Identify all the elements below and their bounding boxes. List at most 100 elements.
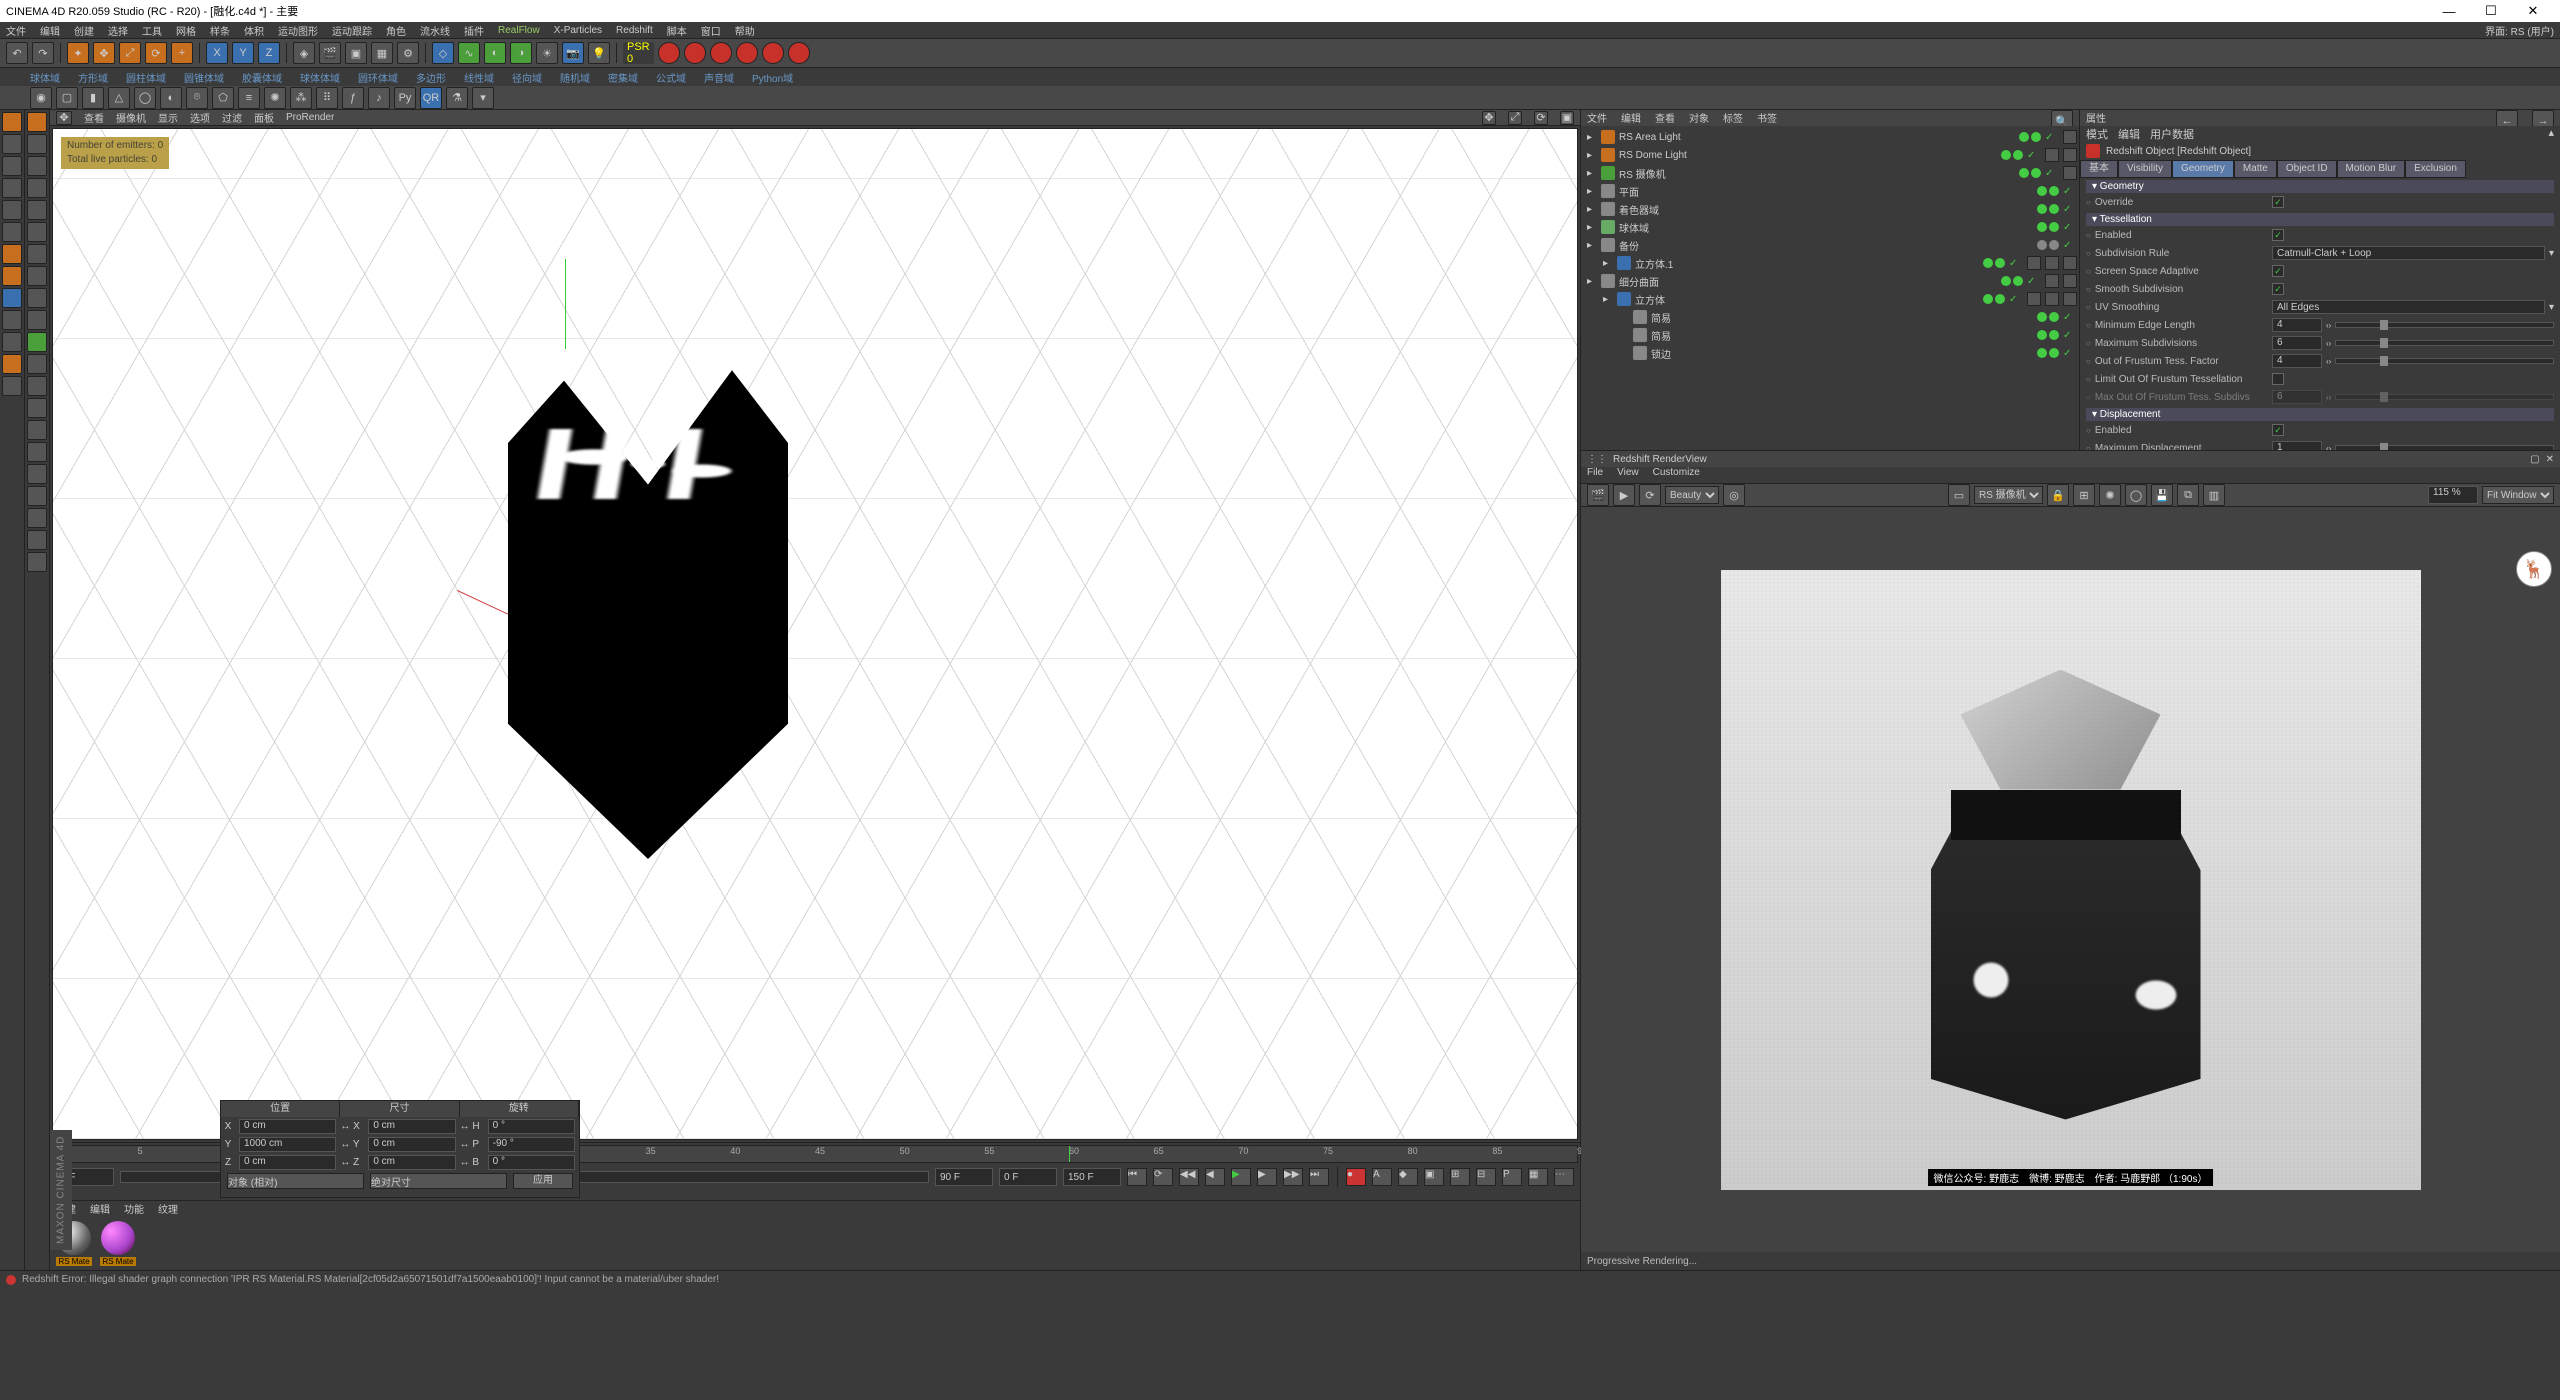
- coord-mode-select[interactable]: 对象 (相对): [227, 1173, 364, 1189]
- tree-row[interactable]: ▸RS Dome Light✓: [1583, 146, 2077, 164]
- enable-check[interactable]: ✓: [2063, 240, 2077, 251]
- perspective-viewport[interactable]: Number of emitters: 0 Total live particl…: [52, 128, 1578, 1140]
- visibility-dot[interactable]: [2019, 168, 2029, 178]
- layout-label[interactable]: 界面: RS (用户): [2485, 23, 2554, 38]
- rec-auto[interactable]: [788, 42, 810, 64]
- tree-row[interactable]: ▸备份✓: [1583, 236, 2077, 254]
- visibility-dot[interactable]: [2013, 276, 2023, 286]
- tl-prev-key[interactable]: ◀◀: [1179, 1168, 1199, 1186]
- rv-save-icon[interactable]: 💾: [2151, 484, 2173, 506]
- rotate-tool[interactable]: ⟳: [145, 42, 167, 64]
- menu-item[interactable]: 编辑: [40, 23, 60, 38]
- tl-keysel[interactable]: ◆: [1398, 1168, 1418, 1186]
- coord-size-field[interactable]: 0 cm: [368, 1137, 455, 1152]
- object-tag[interactable]: [2045, 256, 2059, 270]
- enable-check[interactable]: ✓: [2063, 186, 2077, 197]
- palette-icon[interactable]: ◯: [134, 87, 156, 109]
- attr-group-header[interactable]: ▾ Displacement: [2086, 408, 2554, 421]
- visibility-dot[interactable]: [2037, 222, 2047, 232]
- rec-pla[interactable]: [762, 42, 784, 64]
- object-tag[interactable]: [2063, 274, 2077, 288]
- cmd-btn[interactable]: [27, 420, 47, 440]
- attr-select[interactable]: Catmull-Clark + Loop: [2272, 246, 2545, 260]
- attr-menu[interactable]: 编辑: [2118, 126, 2140, 142]
- tl-opt3[interactable]: ⊟: [1476, 1168, 1496, 1186]
- vp-menu[interactable]: 摄像机: [116, 110, 146, 125]
- visibility-dot[interactable]: [1995, 258, 2005, 268]
- attr-tab[interactable]: 基本: [2080, 160, 2118, 178]
- visibility-dot[interactable]: [2037, 348, 2047, 358]
- tree-row[interactable]: ▸RS Area Light✓: [1583, 128, 2077, 146]
- om-menu[interactable]: 查看: [1655, 110, 1675, 126]
- tl-range-start[interactable]: 0 F: [999, 1168, 1057, 1186]
- prim-deformer[interactable]: ◑: [510, 42, 532, 64]
- om-menu[interactable]: 标签: [1723, 110, 1743, 126]
- attr-number-field[interactable]: 6: [2272, 390, 2322, 404]
- cmd-btn[interactable]: [27, 442, 47, 462]
- tree-row[interactable]: ▸立方体.1✓: [1583, 254, 2077, 272]
- palette-label[interactable]: 方形域: [78, 70, 108, 85]
- visibility-dot[interactable]: [2019, 132, 2029, 142]
- object-tag[interactable]: [2063, 148, 2077, 162]
- object-tag[interactable]: [2027, 256, 2041, 270]
- coord-system[interactable]: ◈: [293, 42, 315, 64]
- cmd-btn[interactable]: [27, 552, 47, 572]
- enable-check[interactable]: ✓: [2027, 150, 2041, 161]
- object-tree[interactable]: ▸RS Area Light✓▸RS Dome Light✓▸RS 摄像机✓▸平…: [1581, 126, 2079, 450]
- coord-rot-field[interactable]: -90 °: [488, 1137, 575, 1152]
- menu-item[interactable]: 工具: [142, 23, 162, 38]
- rv-region-icon[interactable]: ▭: [1948, 484, 1970, 506]
- tl-autokey[interactable]: A: [1372, 1168, 1392, 1186]
- visibility-dot[interactable]: [2031, 132, 2041, 142]
- palette-icon[interactable]: ▮: [82, 87, 104, 109]
- attr-slider[interactable]: [2335, 394, 2554, 400]
- select-tool[interactable]: ✦: [67, 42, 89, 64]
- cmd-btn[interactable]: [27, 200, 47, 220]
- rv-menu[interactable]: Customize: [1653, 467, 1700, 483]
- mat-menu[interactable]: 纹理: [158, 1201, 178, 1217]
- attr-select[interactable]: All Edges: [2272, 300, 2545, 314]
- visibility-dot[interactable]: [2037, 312, 2047, 322]
- axis-z-toggle[interactable]: Z: [258, 42, 280, 64]
- palette-icon[interactable]: QR: [420, 87, 442, 109]
- tl-opt2[interactable]: ⊞: [1450, 1168, 1470, 1186]
- rv-compare-icon[interactable]: ▥: [2203, 484, 2225, 506]
- object-tag[interactable]: [2045, 292, 2059, 306]
- tl-record[interactable]: ●: [1346, 1168, 1366, 1186]
- attr-tab[interactable]: Motion Blur: [2337, 160, 2406, 178]
- cmd-btn[interactable]: [27, 508, 47, 528]
- visibility-dot[interactable]: [2037, 204, 2047, 214]
- om-menu[interactable]: 书签: [1757, 110, 1777, 126]
- coord-pos-field[interactable]: 0 cm: [239, 1119, 336, 1134]
- prim-generator[interactable]: ◐: [484, 42, 506, 64]
- enable-check[interactable]: ✓: [2063, 222, 2077, 233]
- visibility-dot[interactable]: [1995, 294, 2005, 304]
- enable-check[interactable]: ✓: [2063, 312, 2077, 323]
- rec-scale[interactable]: [684, 42, 706, 64]
- object-tag[interactable]: [2045, 148, 2059, 162]
- prim-cube[interactable]: ◇: [432, 42, 454, 64]
- palette-label[interactable]: 圆柱体域: [126, 70, 166, 85]
- palette-label[interactable]: 线性域: [464, 70, 494, 85]
- cmd-btn[interactable]: [27, 156, 47, 176]
- palette-label[interactable]: 声音域: [704, 70, 734, 85]
- visibility-dot[interactable]: [2049, 348, 2059, 358]
- attr-menu[interactable]: 模式: [2086, 126, 2108, 142]
- rv-undock-icon[interactable]: ▢: [2530, 454, 2539, 465]
- window-minimize[interactable]: —: [2428, 0, 2470, 22]
- cmd-btn[interactable]: [27, 112, 47, 132]
- palette-icon[interactable]: ⚗: [446, 87, 468, 109]
- visibility-dot[interactable]: [2049, 240, 2059, 250]
- redo-button[interactable]: ↷: [32, 42, 54, 64]
- attr-checkbox[interactable]: ✓: [2272, 196, 2284, 208]
- palette-label[interactable]: 圆锥体域: [184, 70, 224, 85]
- tree-row[interactable]: ▸立方体✓: [1583, 290, 2077, 308]
- menu-item[interactable]: 窗口: [701, 23, 721, 38]
- menu-item[interactable]: 脚本: [667, 23, 687, 38]
- enable-check[interactable]: ✓: [2009, 294, 2023, 305]
- rec-param[interactable]: [736, 42, 758, 64]
- enable-check[interactable]: ✓: [2045, 132, 2059, 143]
- enable-check[interactable]: ✓: [2027, 276, 2041, 287]
- palette-icon[interactable]: ⬠: [212, 87, 234, 109]
- texture-mode[interactable]: [2, 134, 22, 154]
